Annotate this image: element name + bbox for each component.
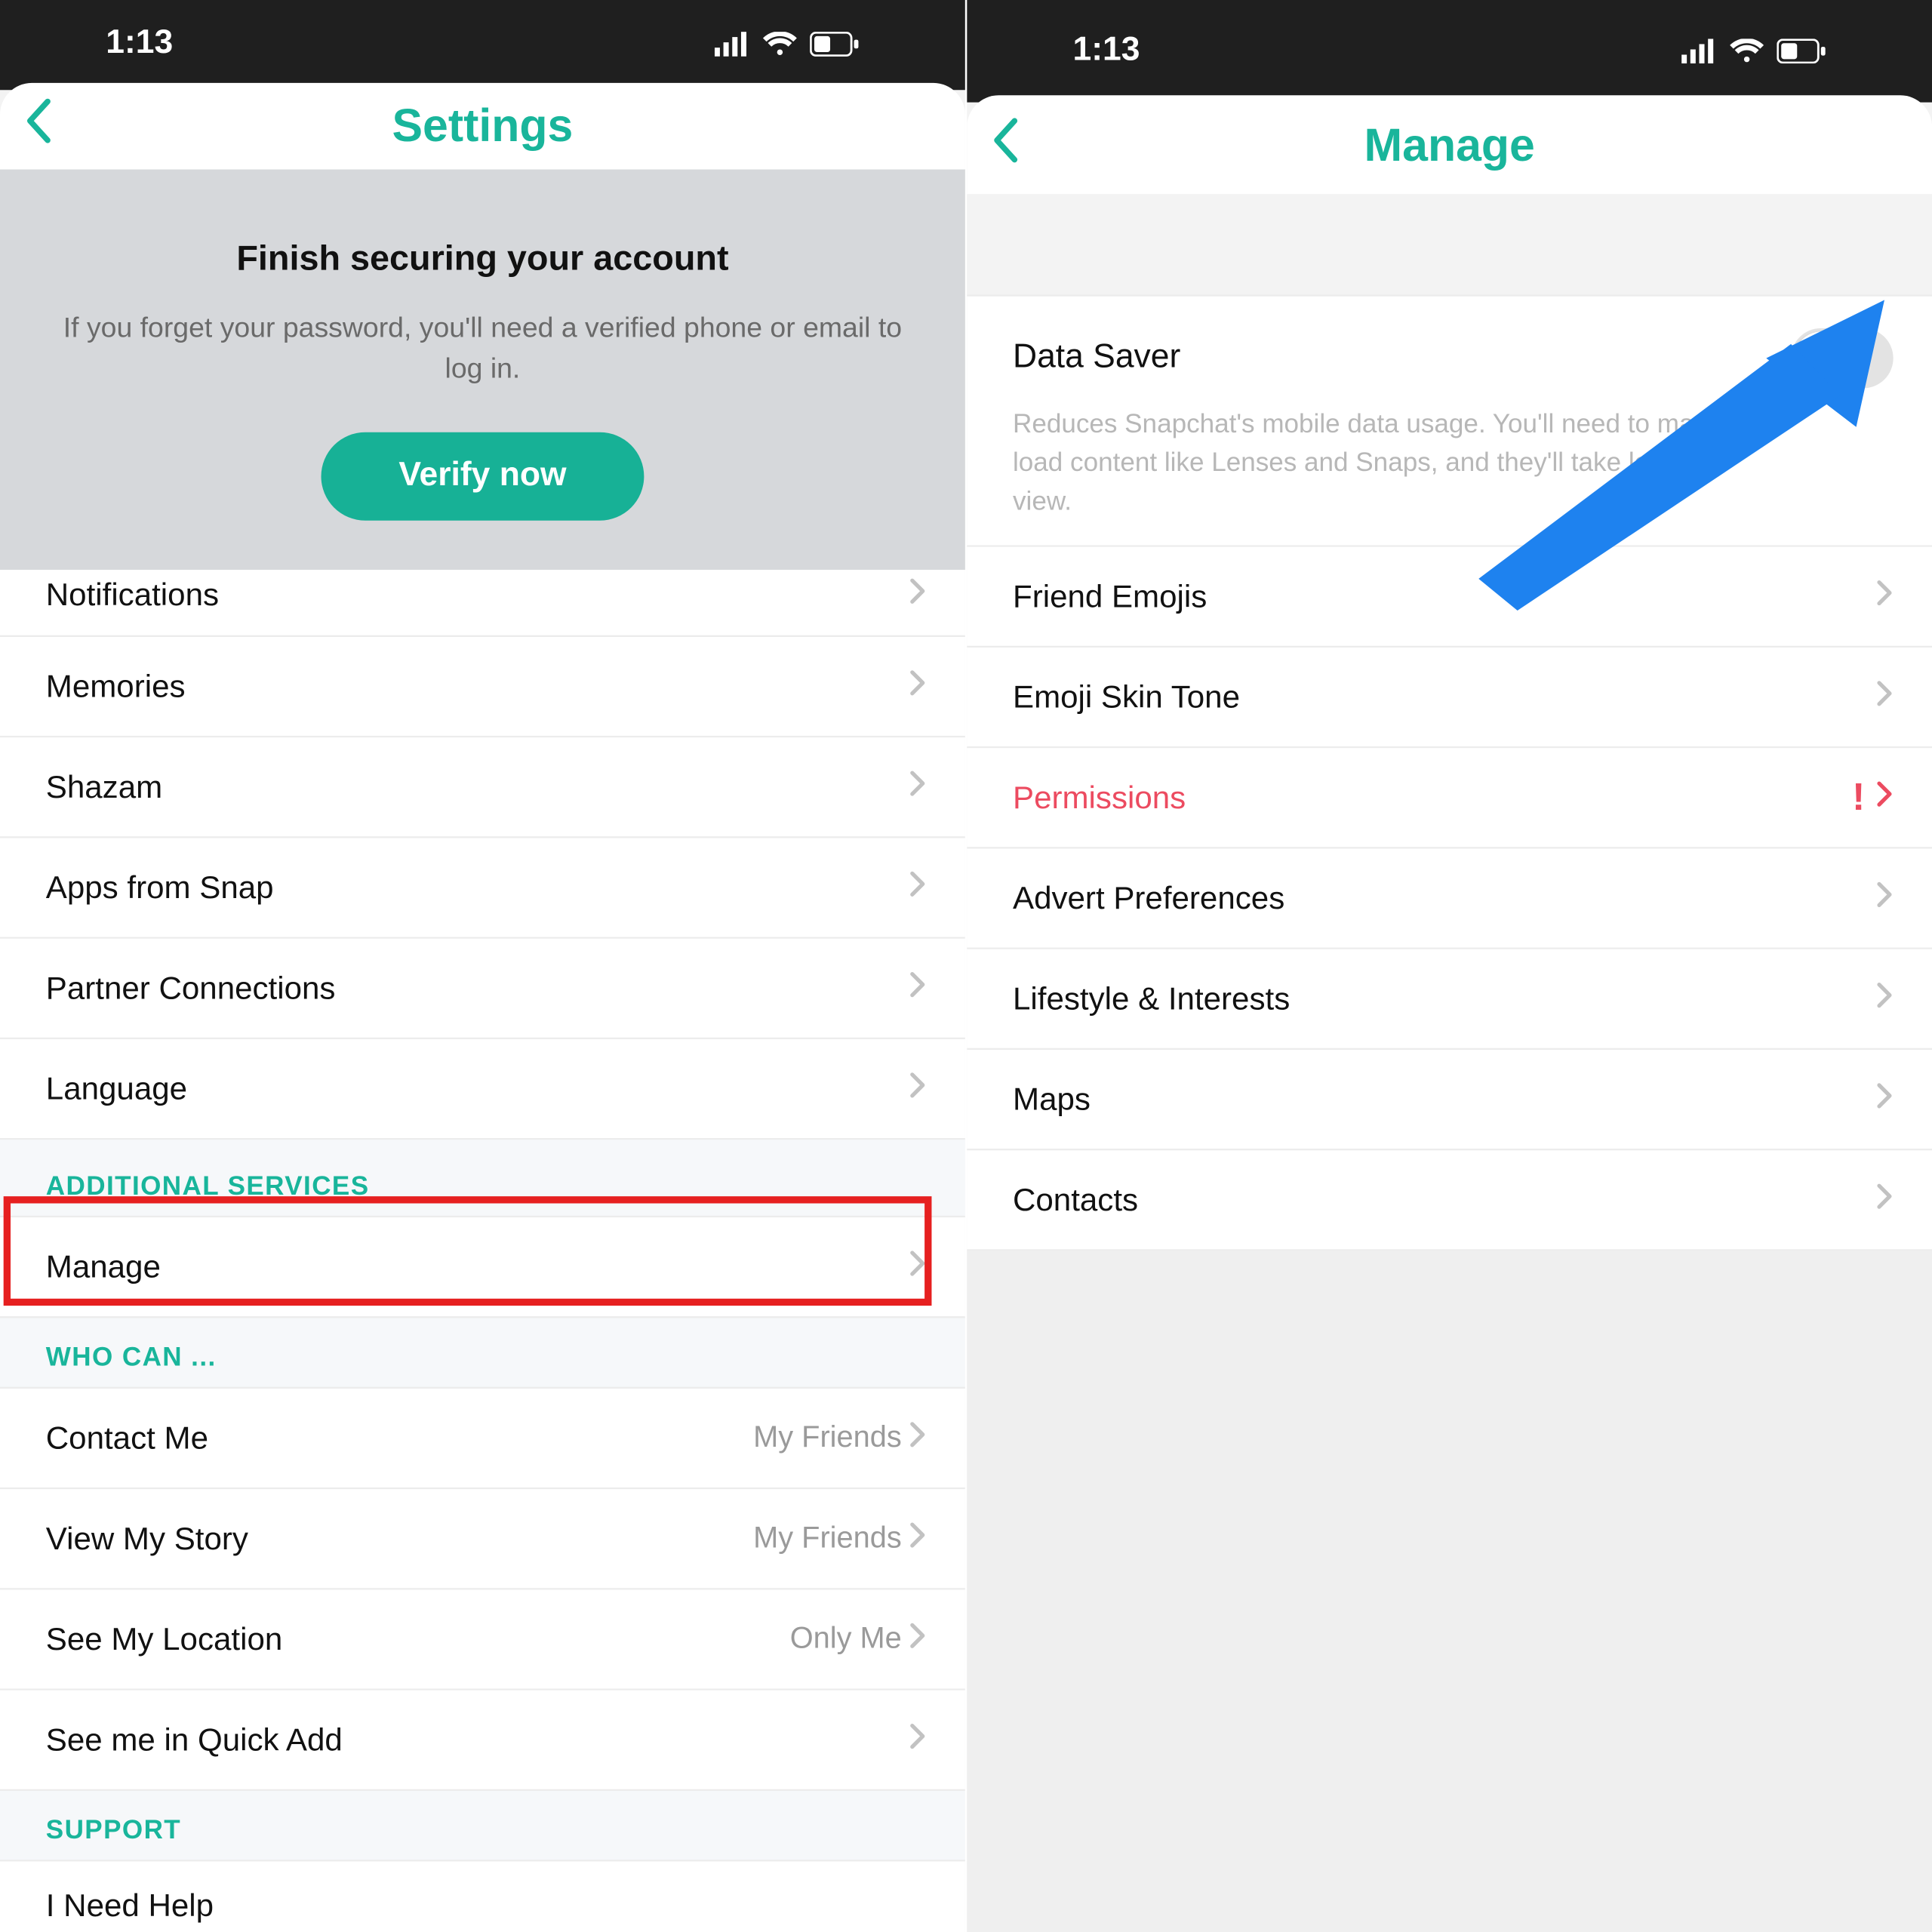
chevron-right-icon — [909, 668, 926, 705]
chevron-right-icon — [909, 869, 926, 906]
row-label: See me in Quick Add — [46, 1721, 343, 1758]
navbar: Settings — [0, 82, 965, 168]
chevron-right-icon — [909, 1520, 926, 1557]
row-maps[interactable]: Maps — [967, 1051, 1932, 1151]
chevron-right-icon — [1875, 980, 1893, 1017]
row-language[interactable]: Language — [0, 1039, 965, 1140]
page-title: Manage — [1364, 117, 1534, 171]
settings-list: Notifications Memories Shazam Apps from … — [0, 570, 965, 1932]
row-label: Advert Preferences — [1013, 880, 1284, 917]
row-label: Memories — [46, 668, 186, 705]
row-see-my-location[interactable]: See My Location Only Me — [0, 1590, 965, 1690]
wifi-icon — [1729, 38, 1764, 63]
row-label: Apps from Snap — [46, 869, 274, 906]
chevron-right-icon — [1875, 780, 1893, 817]
row-memories[interactable]: Memories — [0, 637, 965, 737]
row-view-my-story[interactable]: View My Story My Friends — [0, 1489, 965, 1589]
security-banner: Finish securing your account If you forg… — [0, 169, 965, 571]
row-emoji-skin-tone[interactable]: Emoji Skin Tone — [967, 648, 1932, 749]
row-apps-from-snap[interactable]: Apps from Snap — [0, 838, 965, 939]
verify-now-button[interactable]: Verify now — [321, 432, 644, 521]
row-value: My Friends — [753, 1420, 902, 1456]
chevron-right-icon — [1875, 1182, 1893, 1219]
row-label: Maps — [1013, 1081, 1091, 1118]
manage-list: Friend Emojis Emoji Skin Tone Permission… — [967, 547, 1932, 1251]
header-gap — [967, 194, 1932, 297]
phone-settings: 1:13 Settings Finish securing your accou… — [0, 0, 965, 1932]
status-bar: 1:13 — [0, 0, 965, 90]
row-partner-connections[interactable]: Partner Connections — [0, 939, 965, 1039]
back-button[interactable] — [25, 98, 53, 152]
chevron-right-icon — [909, 970, 926, 1007]
chevron-right-icon — [909, 577, 926, 614]
back-button[interactable] — [992, 117, 1020, 171]
chevron-right-icon — [909, 768, 926, 805]
banner-subtitle: If you forget your password, you'll need… — [46, 308, 919, 389]
chevron-left-icon — [25, 98, 53, 144]
status-time: 1:13 — [106, 26, 173, 64]
data-saver-description: Reduces Snapchat's mobile data usage. Yo… — [1013, 406, 1771, 521]
chevron-right-icon — [909, 1070, 926, 1107]
banner-title: Finish securing your account — [46, 239, 919, 280]
chevron-right-icon — [1875, 880, 1893, 917]
row-label: Lifestyle & Interests — [1013, 980, 1290, 1017]
row-label: Manage — [46, 1248, 161, 1285]
section-who-can: WHO CAN ... — [0, 1318, 965, 1389]
row-contacts[interactable]: Contacts — [967, 1151, 1932, 1251]
row-i-need-help[interactable]: I Need Help — [0, 1862, 965, 1932]
status-right — [1681, 38, 1826, 63]
status-right — [715, 32, 860, 57]
row-label: Emoji Skin Tone — [1013, 679, 1240, 716]
chevron-right-icon — [1875, 578, 1893, 615]
row-label: Friend Emojis — [1013, 578, 1207, 615]
wifi-icon — [762, 32, 798, 57]
row-shazam[interactable]: Shazam — [0, 737, 965, 838]
battery-icon — [810, 32, 859, 57]
chevron-right-icon — [909, 1721, 926, 1758]
cellular-icon — [1681, 38, 1717, 63]
toggle-knob — [1795, 332, 1847, 385]
chevron-right-icon — [909, 1420, 926, 1457]
data-saver-label: Data Saver — [1013, 339, 1180, 377]
alert-icon: ! — [1852, 775, 1865, 821]
row-value: Only Me — [790, 1622, 902, 1657]
phone-manage: 1:13 Manage Data Saver — [967, 0, 1932, 1932]
row-label: Language — [46, 1070, 187, 1107]
chevron-right-icon — [1875, 1081, 1893, 1118]
chevron-right-icon — [1875, 679, 1893, 716]
data-saver-toggle[interactable] — [1791, 328, 1894, 388]
empty-space — [967, 1251, 1932, 1932]
chevron-right-icon — [909, 1620, 926, 1657]
row-label: Contacts — [1013, 1182, 1138, 1219]
chevron-right-icon — [909, 1248, 926, 1285]
row-data-saver[interactable]: Data Saver Reduces Snapchat's mobile dat… — [967, 297, 1932, 548]
row-friend-emojis[interactable]: Friend Emojis — [967, 547, 1932, 648]
row-label: Contact Me — [46, 1420, 208, 1457]
row-advert-preferences[interactable]: Advert Preferences — [967, 849, 1932, 949]
cellular-icon — [715, 32, 750, 57]
battery-icon — [1777, 38, 1826, 63]
row-label: Permissions — [1013, 780, 1186, 817]
row-manage[interactable]: Manage — [0, 1217, 965, 1318]
row-lifestyle-interests[interactable]: Lifestyle & Interests — [967, 949, 1932, 1050]
row-value: My Friends — [753, 1521, 902, 1556]
navbar: Manage — [967, 95, 1932, 194]
chevron-left-icon — [992, 117, 1020, 163]
row-label: Shazam — [46, 768, 162, 805]
section-support: SUPPORT — [0, 1791, 965, 1862]
section-additional-services: ADDITIONAL SERVICES — [0, 1140, 965, 1217]
row-label: I Need Help — [46, 1888, 214, 1925]
row-contact-me[interactable]: Contact Me My Friends — [0, 1389, 965, 1489]
row-label: Notifications — [46, 577, 219, 614]
status-time: 1:13 — [1073, 32, 1140, 70]
row-notifications[interactable]: Notifications — [0, 570, 965, 637]
row-permissions[interactable]: Permissions ! — [967, 749, 1932, 849]
status-bar: 1:13 — [967, 0, 1932, 103]
row-label: View My Story — [46, 1520, 248, 1557]
page-title: Settings — [392, 98, 574, 152]
row-label: Partner Connections — [46, 970, 336, 1007]
row-see-me-quick-add[interactable]: See me in Quick Add — [0, 1690, 965, 1791]
row-label: See My Location — [46, 1620, 282, 1657]
